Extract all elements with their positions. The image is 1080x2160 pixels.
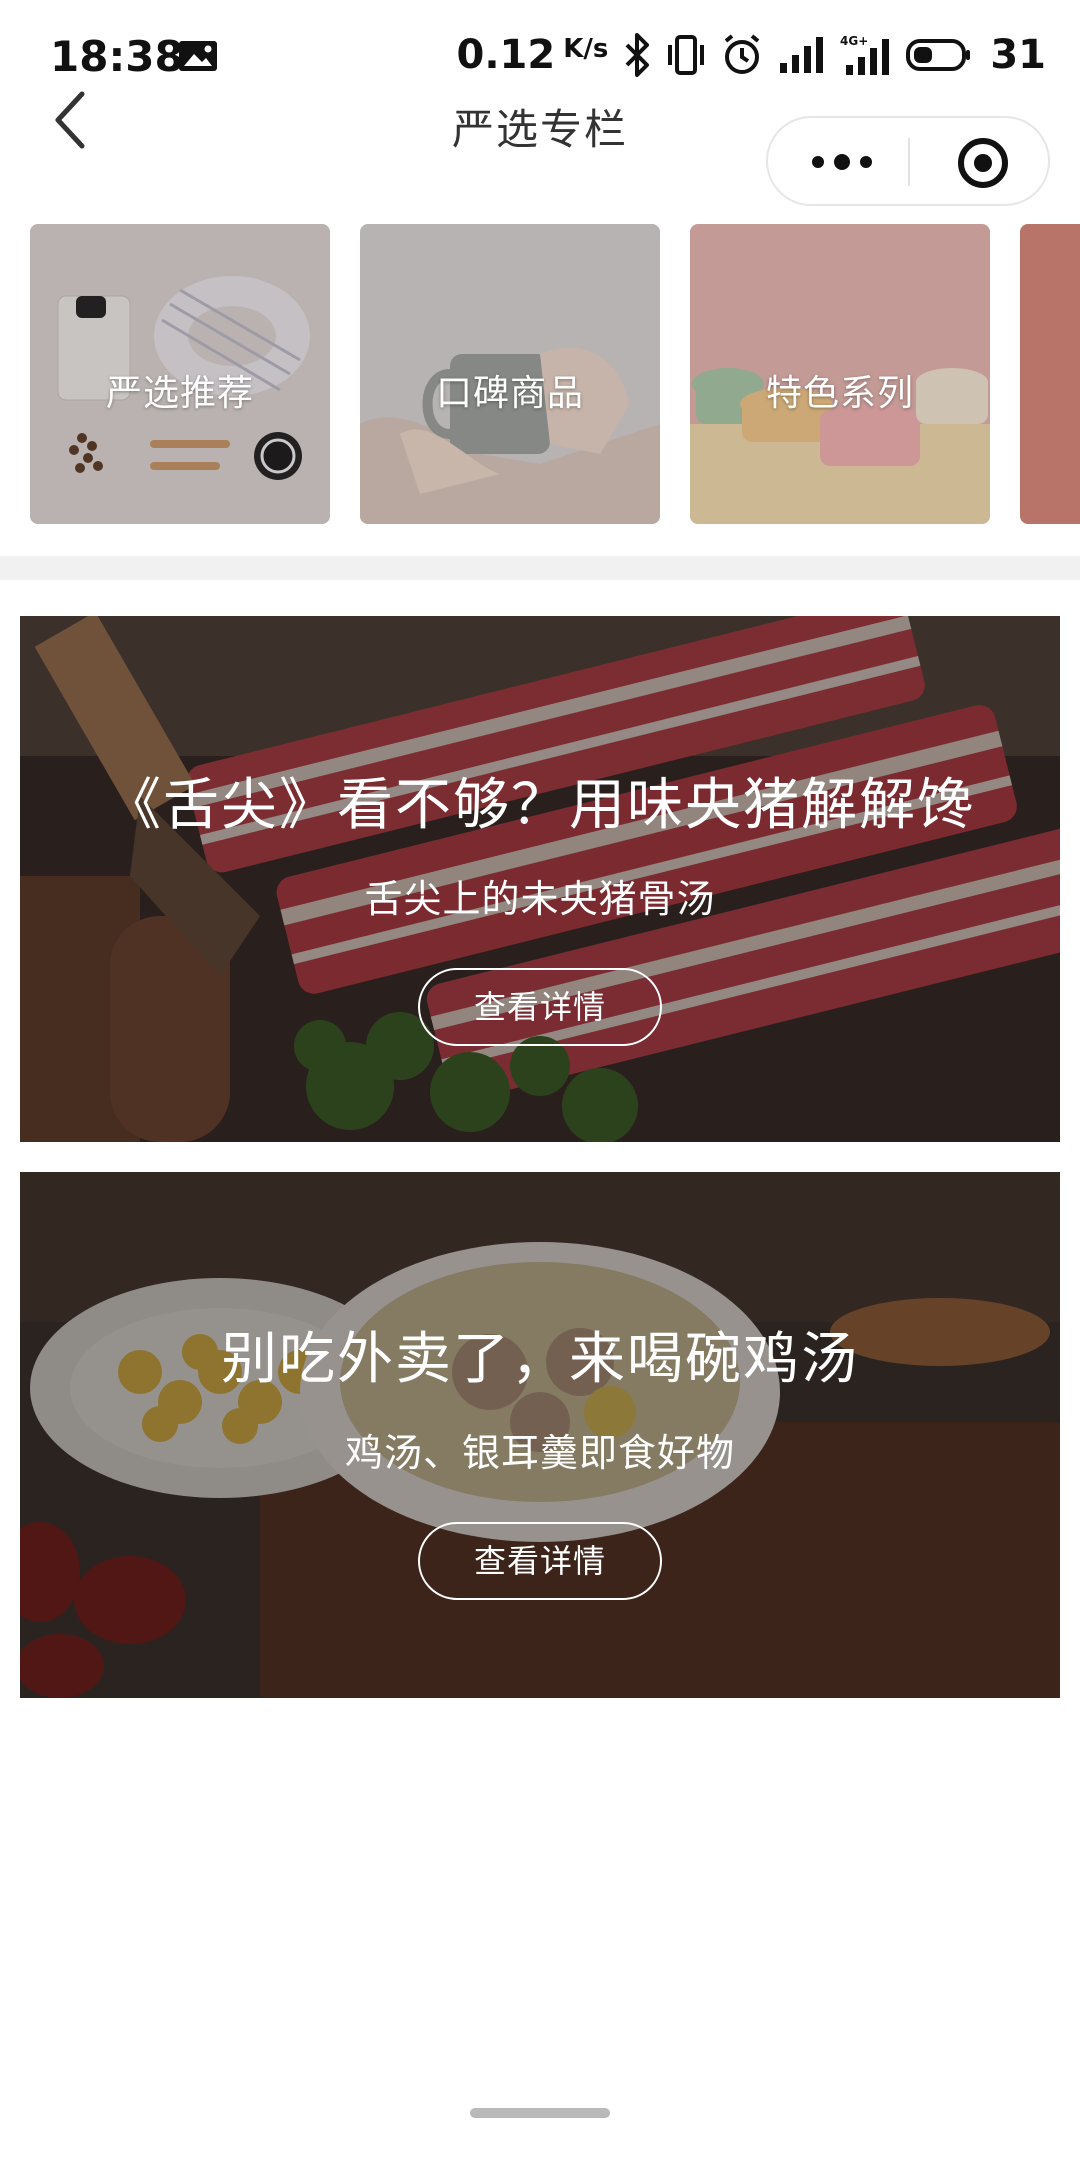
category-card-partial[interactable] [1020, 224, 1080, 524]
status-bar: 18:38 0.12 K/s 4G+ 31 [0, 0, 1080, 110]
banner-subtitle: 鸡汤、银耳羹即食好物 [344, 1431, 735, 1475]
category-card-koubei[interactable]: 口碑商品 [360, 224, 660, 524]
battery-level: 31 [990, 32, 1046, 78]
capsule-divider [908, 138, 910, 186]
battery-icon [906, 39, 971, 71]
vibrate-icon [668, 35, 705, 75]
alarm-icon [725, 34, 760, 74]
category-label: 严选推荐 [105, 373, 254, 414]
category-card-yanxuan[interactable]: 严选推荐 [30, 224, 330, 524]
feature-banner-chicken-soup[interactable]: 别吃外卖了，来喝碗鸡汤 鸡汤、银耳羹即食好物 查看详情 [20, 1172, 1060, 1698]
net-speed-unit: K/s [563, 34, 609, 64]
status-indicators: 0.12 K/s 4G+ 31 [457, 30, 1047, 80]
bluetooth-icon [625, 33, 650, 77]
banner-subtitle: 舌尖上的未央猪骨汤 [364, 877, 716, 921]
feature-banner-pork[interactable]: 《舌尖》看不够？用味央猪解解馋 舌尖上的未央猪骨汤 查看详情 [20, 616, 1060, 1142]
home-indicator[interactable] [470, 2108, 610, 2118]
signal-icon [780, 37, 824, 73]
category-carousel[interactable]: 严选推荐 口碑商品 特色系列 [0, 224, 1080, 526]
category-label: 口碑商品 [435, 373, 584, 414]
target-close-icon[interactable] [956, 136, 1010, 190]
banner-title: 《舌尖》看不够？用味央猪解解馋 [105, 773, 975, 838]
net-speed: 0.12 [456, 32, 556, 78]
view-details-button[interactable]: 查看详情 [418, 1522, 662, 1600]
svg-text:4G+: 4G+ [840, 34, 868, 48]
category-label: 特色系列 [765, 373, 914, 414]
section-divider [0, 556, 1080, 580]
category-card-tese[interactable]: 特色系列 [690, 224, 990, 524]
card-overlay [1020, 224, 1080, 524]
view-details-button[interactable]: 查看详情 [418, 968, 662, 1046]
mini-program-capsule [766, 116, 1050, 206]
more-dots-icon[interactable] [810, 148, 874, 176]
image-notification-icon [179, 41, 217, 71]
status-time: 18:38 [50, 32, 184, 81]
signal-4g-icon: 4G+ [840, 34, 890, 75]
banner-title: 别吃外卖了，来喝碗鸡汤 [221, 1327, 859, 1392]
